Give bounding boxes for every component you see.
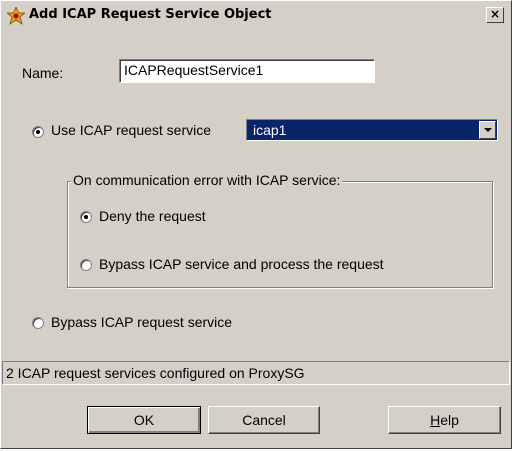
dropdown-arrow-icon[interactable] (479, 121, 496, 139)
cancel-button[interactable]: Cancel (208, 406, 320, 434)
bypass-service-radio[interactable] (80, 259, 92, 271)
bypass-service-label[interactable]: Bypass ICAP service and process the requ… (99, 256, 384, 272)
deny-request-radio[interactable] (80, 211, 92, 223)
use-icap-radio[interactable] (32, 126, 44, 138)
close-button[interactable]: × (486, 7, 504, 23)
status-bar: 2 ICAP request services configured on Pr… (2, 361, 510, 385)
icap-service-value: icap1 (253, 122, 287, 138)
close-icon: × (489, 7, 501, 21)
window-title: Add ICAP Request Service Object (29, 7, 272, 22)
deny-request-label[interactable]: Deny the request (99, 208, 206, 224)
bypass-request-radio[interactable] (32, 317, 44, 329)
app-star-icon (7, 7, 25, 25)
use-icap-label[interactable]: Use ICAP request service (51, 122, 211, 138)
name-input[interactable]: ICAPRequestService1 (119, 59, 375, 83)
name-label: Name: (22, 65, 64, 81)
dialog-window: Add ICAP Request Service Object × Name: … (0, 0, 512, 449)
comm-error-group-title: On communication error with ICAP service… (71, 172, 343, 188)
icap-service-select[interactable]: icap1 (246, 119, 498, 141)
ok-button[interactable]: OK (87, 406, 201, 434)
help-mnemonic: H (430, 412, 441, 428)
help-label-rest: elp (440, 412, 459, 428)
help-button[interactable]: Help (388, 406, 501, 434)
title-bar[interactable]: Add ICAP Request Service Object × (4, 4, 508, 28)
bypass-request-label[interactable]: Bypass ICAP request service (51, 314, 232, 330)
